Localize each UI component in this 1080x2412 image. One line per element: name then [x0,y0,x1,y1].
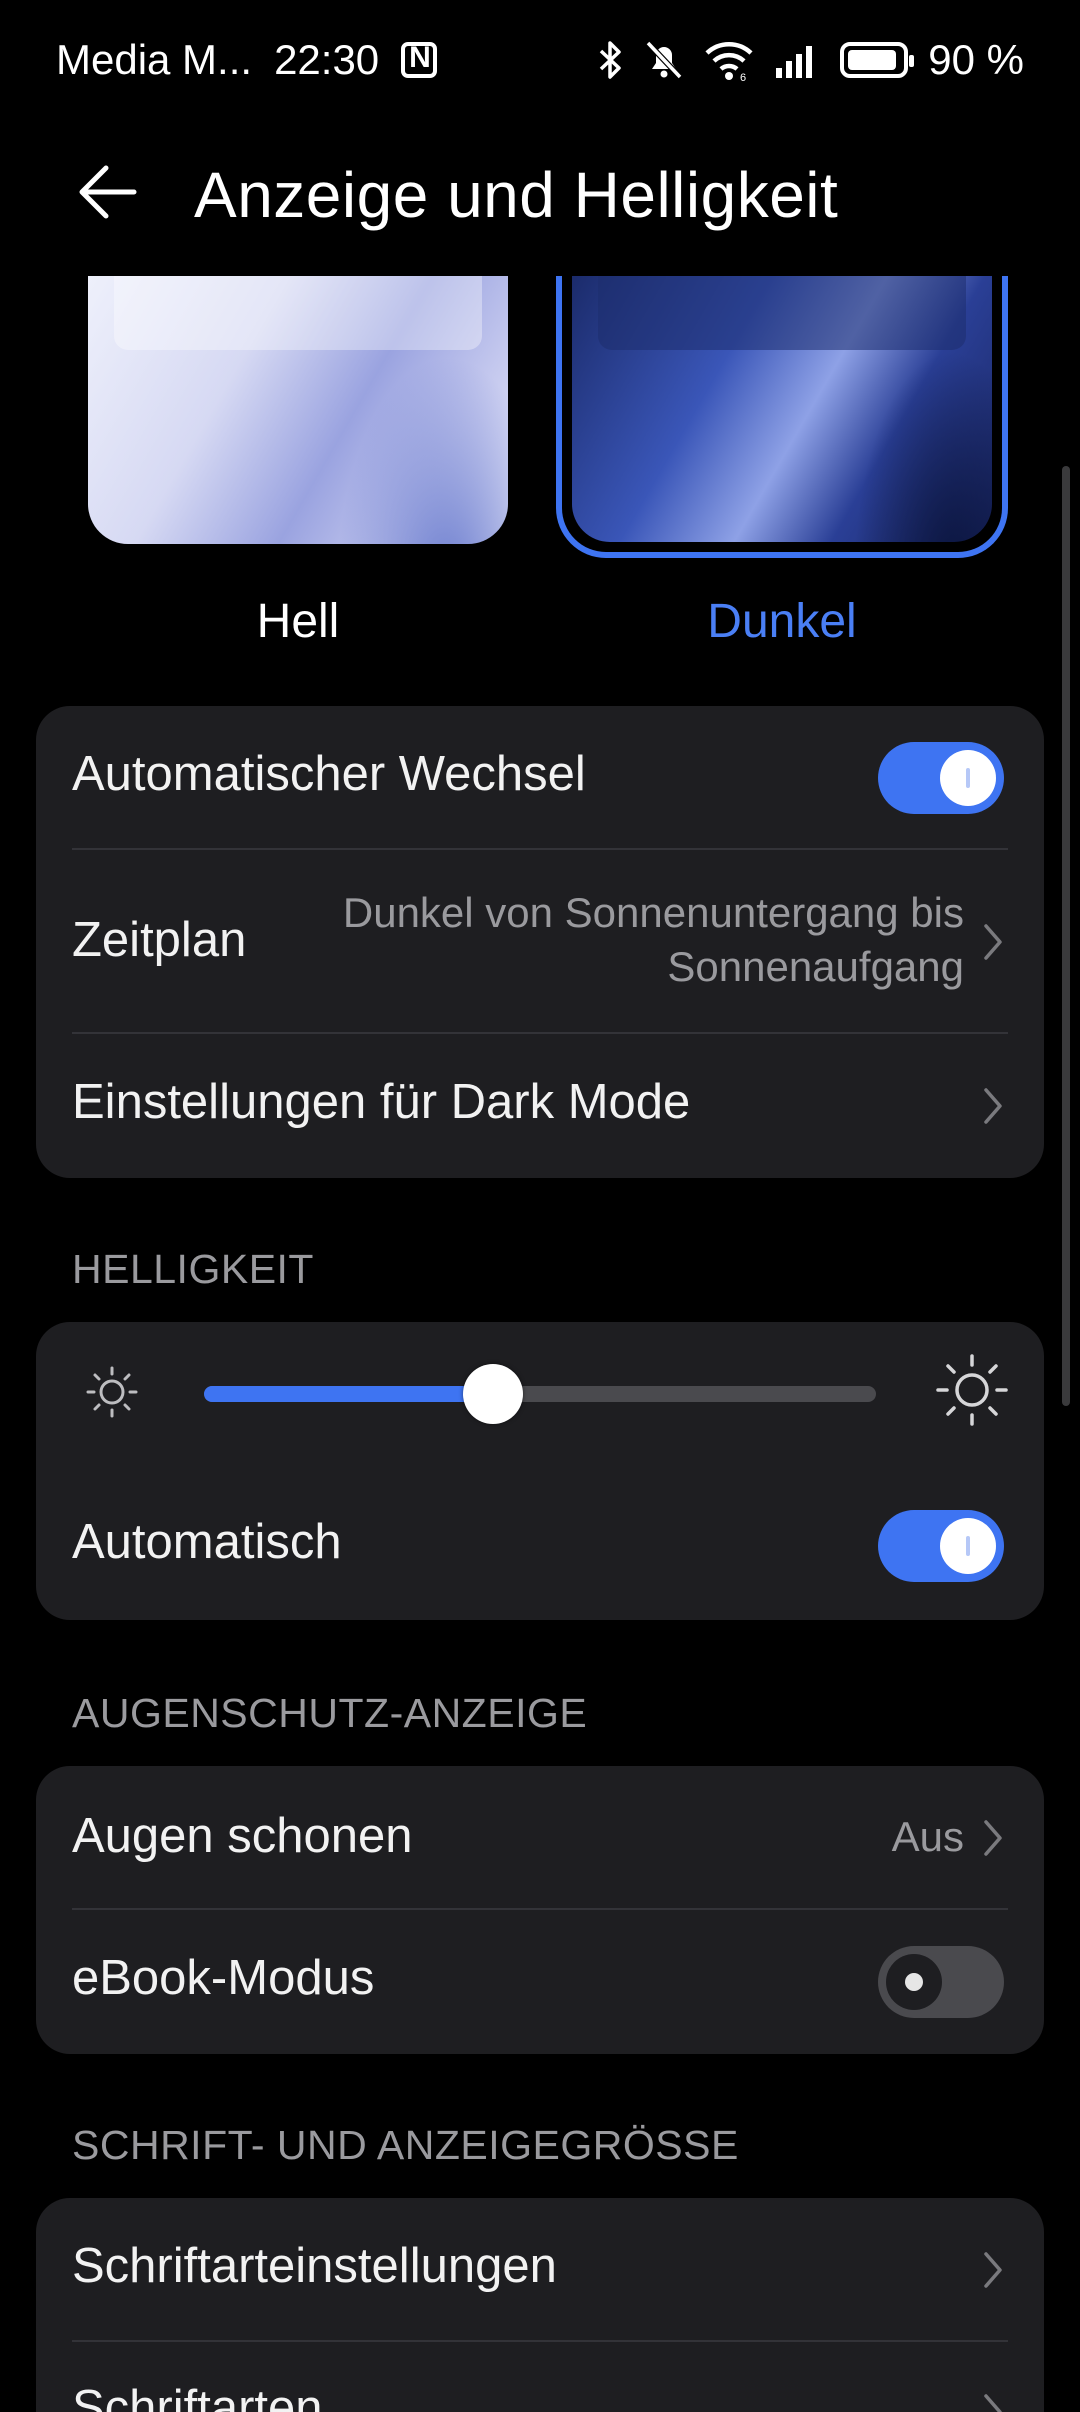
auto-switch-toggle[interactable] [878,742,1004,814]
fonts-row[interactable]: Schriftarten [72,2342,1008,2412]
auto-switch-row[interactable]: Automatischer Wechsel [72,706,1008,850]
scrollbar[interactable] [1062,466,1070,1406]
eye-comfort-label: Augen schonen [72,1809,413,1863]
schedule-value-line1: Dunkel von Sonnenuntergang bis [342,889,964,936]
sun-large-icon [936,1354,1008,1426]
signal-icon [776,46,813,78]
status-bar: Media M... 22:30 6 [0,0,1080,120]
clock: 22:30 [274,36,380,83]
eye-comfort-value: Aus [891,1813,964,1860]
chevron-right-icon [978,1086,1008,1126]
schedule-value-line2: Sonnenaufgang [667,943,964,990]
nfc-icon [401,41,438,78]
screen: Media M... 22:30 6 [0,0,1080,2412]
dark-mode-card: Automatischer Wechsel Zeitplan Dunkel vo… [36,706,1044,1178]
status-left: Media M... 22:30 [56,36,438,84]
app-header: Anzeige und Helligkeit [0,140,1080,250]
auto-switch-label: Automatischer Wechsel [72,747,586,801]
eye-comfort-row[interactable]: Augen schonen Aus [72,1766,1008,1908]
schedule-value: Dunkel von Sonnenuntergang bis Sonnenauf… [284,886,964,994]
preview-bar [114,276,482,350]
theme-light-label[interactable]: Hell [88,594,508,649]
status-right: 6 90 % [598,36,1024,84]
auto-brightness-toggle[interactable] [878,1510,1004,1582]
chevron-right-icon [978,2392,1008,2412]
battery-percent: 90 % [928,36,1024,83]
font-settings-row[interactable]: Schriftarteinstellungen [72,2198,1008,2340]
ebook-toggle[interactable] [878,1946,1004,2018]
brightness-section-title: HELLIGKEIT [72,1246,314,1292]
brightness-slider-fill [204,1386,493,1402]
chevron-right-icon [978,2250,1008,2290]
auto-brightness-row[interactable]: Automatisch [72,1472,1008,1620]
dark-mode-settings-row[interactable]: Einstellungen für Dark Mode [72,1034,1008,1178]
page-title: Anzeige und Helligkeit [194,159,839,231]
ebook-label: eBook-Modus [72,1951,375,2005]
theme-dark-label[interactable]: Dunkel [572,594,992,649]
eye-comfort-card: Augen schonen Aus eBook-Modus [36,1766,1044,2054]
arrow-left-icon[interactable] [76,160,140,224]
svg-text:6: 6 [740,72,746,81]
preview-bar [598,276,966,350]
ebook-row[interactable]: eBook-Modus [72,1910,1008,2054]
wifi-icon: 6 [705,42,753,81]
chevron-right-icon [978,922,1008,962]
dark-theme-preview[interactable] [572,276,992,542]
eye-comfort-section-title: AUGENSCHUTZ-ANZEIGE [72,1690,588,1736]
brightness-slider[interactable] [204,1364,876,1424]
schedule-label: Zeitplan [72,913,247,967]
font-display-card: Schriftarteinstellungen Schriftarten [36,2198,1044,2412]
light-theme-preview[interactable] [88,276,508,544]
font-display-section-title: SCHRIFT- UND ANZEIGEGRÖSSE [72,2122,739,2168]
battery-icon [840,42,915,78]
brightness-slider-thumb[interactable] [462,1364,523,1424]
brightness-card: Automatisch [36,1322,1044,1620]
dark-mode-settings-label: Einstellungen für Dark Mode [72,1075,691,1129]
auto-brightness-label: Automatisch [72,1515,342,1569]
sun-small-icon [86,1366,138,1418]
font-settings-label: Schriftarteinstellungen [72,2239,557,2293]
fonts-label: Schriftarten [72,2381,323,2412]
schedule-row[interactable]: Zeitplan Dunkel von Sonnenuntergang bis … [72,850,1008,1034]
bell-muted-icon [646,40,683,80]
chevron-right-icon [978,1818,1008,1858]
bluetooth-icon [600,41,622,79]
carrier-label: Media M... [56,36,253,83]
